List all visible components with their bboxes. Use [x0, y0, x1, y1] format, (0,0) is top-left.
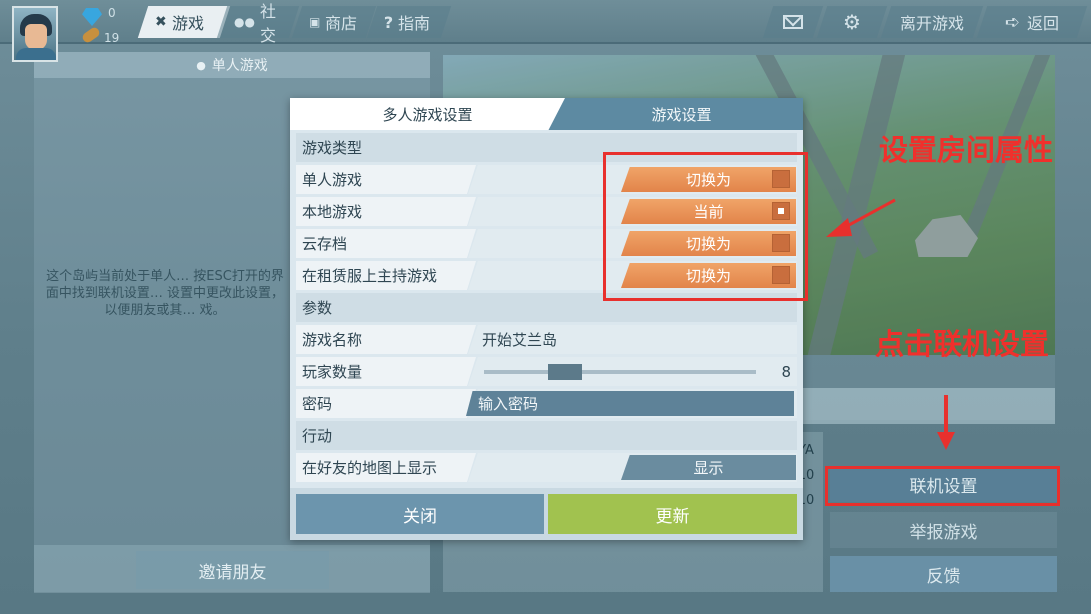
dialog-tabs: 多人游戏设置 游戏设置 — [290, 98, 803, 130]
top-bar: 0 19 ✖ 游戏 ●● 社交 ▣ 商店 ? 指南 ⚙ 离开游戏 ➪ 返回 — [0, 0, 1091, 62]
tab-multiplayer-settings[interactable]: 多人游戏设置 — [290, 98, 565, 130]
row-label: 在租赁服上主持游戏 — [296, 261, 476, 290]
row-player-count: 玩家数量 8 — [296, 357, 797, 386]
row-label: 玩家数量 — [296, 357, 476, 386]
question-icon: ? — [384, 12, 394, 32]
update-button[interactable]: 更新 — [548, 494, 797, 534]
person-icon: ● — [196, 58, 206, 72]
row-label: 云存档 — [296, 229, 476, 258]
row-label: 本地游戏 — [296, 197, 476, 226]
gem-count: 0 — [108, 6, 116, 20]
tools-icon: ✖ — [155, 14, 167, 30]
invite-friends-button[interactable]: 邀请朋友 — [136, 551, 329, 589]
feedback-button[interactable]: 反馈 — [830, 556, 1057, 592]
row-game-name: 游戏名称 开始艾兰岛 — [296, 325, 797, 354]
annotation-box-online-settings — [825, 466, 1060, 506]
feather-icon — [80, 25, 102, 45]
tab-label: 游戏 — [171, 14, 204, 33]
tab-shop[interactable]: ▣ 商店 — [291, 6, 377, 38]
show-on-map-button[interactable]: 显示 — [621, 455, 796, 480]
settings-button[interactable]: ⚙ — [816, 6, 888, 38]
player-count-slider[interactable] — [484, 364, 756, 380]
cart-icon: ▣ — [309, 15, 321, 29]
annotation-box-room-props — [603, 152, 808, 301]
game-name-value[interactable]: 开始艾兰岛 — [482, 325, 557, 354]
tab-label: 商店 — [325, 14, 358, 33]
tab-game-settings[interactable]: 游戏设置 — [560, 98, 803, 130]
gear-icon: ⚙ — [843, 10, 861, 34]
close-button[interactable]: 关闭 — [296, 494, 544, 534]
dialog-footer: 关闭 更新 — [290, 488, 803, 540]
side-actions: 联机设置 举报游戏 反馈 — [830, 432, 1057, 592]
row-label: 单人游戏 — [296, 165, 476, 194]
row-label: 游戏名称 — [296, 325, 476, 354]
report-game-button[interactable]: 举报游戏 — [830, 512, 1057, 548]
password-input[interactable]: 输入密码 — [466, 391, 794, 416]
coin-count: 19 — [104, 31, 120, 45]
leave-game-button[interactable]: 离开游戏 — [880, 6, 984, 38]
tab-game[interactable]: ✖ 游戏 — [137, 6, 231, 38]
section-action: 行动 — [296, 421, 797, 450]
slider-thumb[interactable] — [548, 364, 582, 380]
left-panel-header: ● 单人游戏 — [34, 52, 430, 78]
tab-label: 指南 — [398, 14, 431, 33]
tab-label: 社交 — [259, 2, 276, 45]
tab-social[interactable]: ●● 社交 — [216, 2, 300, 45]
back-button[interactable]: ➪ 返回 — [976, 6, 1088, 38]
row-label: 在好友的地图上显示 — [296, 453, 476, 482]
row-show-on-map: 在好友的地图上显示 显示 — [296, 453, 797, 482]
people-icon: ●● — [234, 15, 255, 29]
mail-icon — [783, 15, 803, 29]
row-label: 密码 — [296, 389, 476, 418]
left-panel-title: 单人游戏 — [211, 58, 268, 74]
gem-icon — [82, 8, 102, 26]
mail-button[interactable] — [762, 6, 824, 38]
back-label: 返回 — [1026, 14, 1059, 33]
back-arrow-icon: ➪ — [1005, 11, 1021, 33]
leave-game-label: 离开游戏 — [899, 14, 964, 33]
row-password: 密码 输入密码 — [296, 389, 797, 418]
annotation-click-online-settings: 点击联机设置 — [875, 327, 1050, 361]
single-player-message: 这个岛屿当前处于单人… 按ESC打开的界面中找到联机设置… 设置中更改此设置，以… — [45, 269, 285, 318]
player-count-value: 8 — [781, 362, 791, 381]
annotation-set-room-props: 设置房间属性 — [879, 133, 1054, 167]
tab-guide[interactable]: ? 指南 — [366, 6, 452, 38]
avatar[interactable] — [12, 6, 58, 62]
